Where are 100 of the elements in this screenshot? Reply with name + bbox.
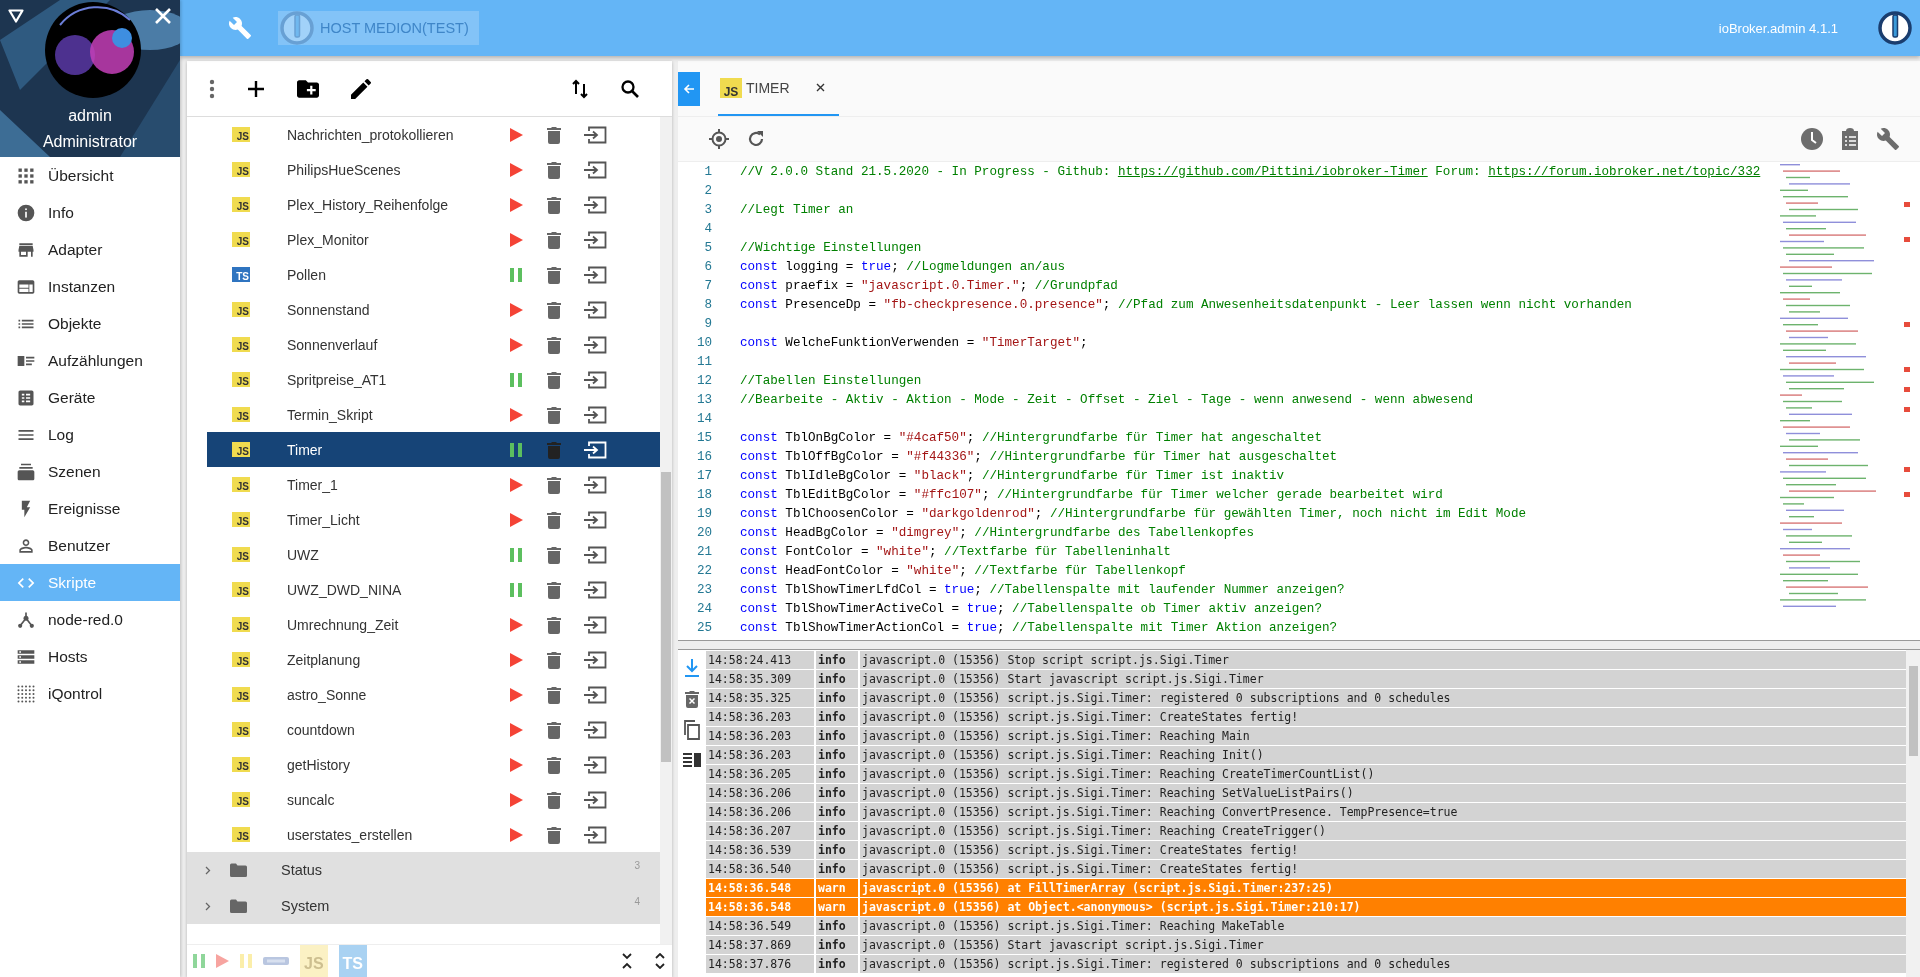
script-row[interactable]: JS Termin_Skript <box>207 397 660 432</box>
pause-icon[interactable] <box>510 441 522 458</box>
play-icon[interactable] <box>509 721 523 738</box>
script-row[interactable]: JS UWZ_DWD_NINA <box>207 572 660 607</box>
expand-all-icon[interactable] <box>654 953 666 969</box>
script-row[interactable]: JS PhilipsHueScenes <box>207 152 660 187</box>
add-folder-icon[interactable] <box>297 79 319 98</box>
script-row[interactable]: JS Timer_1 <box>207 467 660 502</box>
script-row[interactable]: JS Sonnenverlauf <box>207 327 660 362</box>
trash-icon[interactable] <box>547 580 561 599</box>
nav-item[interactable]: Hosts <box>0 638 180 675</box>
script-row[interactable]: JS Plex_Monitor <box>207 222 660 257</box>
export-icon[interactable] <box>583 370 607 389</box>
script-row[interactable]: JS getHistory <box>207 747 660 782</box>
play-icon[interactable] <box>509 336 523 353</box>
edit-icon[interactable] <box>351 78 371 99</box>
play-icon[interactable] <box>509 231 523 248</box>
script-row[interactable]: JS astro_Sonne <box>207 677 660 712</box>
export-icon[interactable] <box>583 300 607 319</box>
play-icon[interactable] <box>509 301 523 318</box>
play-icon[interactable] <box>509 126 523 143</box>
export-icon[interactable] <box>583 335 607 354</box>
trash-icon[interactable] <box>547 335 561 354</box>
script-row[interactable]: JS userstates_erstellen <box>207 817 660 852</box>
trash-icon[interactable] <box>547 125 561 144</box>
script-row[interactable]: JS suncalc <box>207 782 660 817</box>
script-row[interactable]: JS Zeitplanung <box>207 642 660 677</box>
trash-icon[interactable] <box>547 685 561 704</box>
play-icon[interactable] <box>509 651 523 668</box>
collapse-all-icon[interactable] <box>621 953 633 969</box>
clipboard-icon[interactable] <box>1840 127 1860 151</box>
trash-icon[interactable] <box>547 650 561 669</box>
export-icon[interactable] <box>583 685 607 704</box>
wrench-icon[interactable] <box>1876 127 1900 151</box>
script-row[interactable]: JS Nachrichten_protokollieren <box>207 117 660 152</box>
export-icon[interactable] <box>583 125 607 144</box>
list-view-icon[interactable] <box>683 752 701 768</box>
export-icon[interactable] <box>583 720 607 739</box>
script-row[interactable]: JS Plex_History_Reihenfolge <box>207 187 660 222</box>
nav-item[interactable]: Info <box>0 194 180 231</box>
export-icon[interactable] <box>583 545 607 564</box>
more-vertical-icon[interactable] <box>209 78 215 99</box>
trash-icon[interactable] <box>547 405 561 424</box>
refresh-icon[interactable] <box>746 129 766 149</box>
script-row[interactable]: JS countdown <box>207 712 660 747</box>
folder-row[interactable]: Status 3 <box>187 852 660 888</box>
crosshair-icon[interactable] <box>708 128 730 150</box>
play-icon[interactable] <box>509 686 523 703</box>
trash-icon[interactable] <box>547 300 561 319</box>
scrollbar[interactable] <box>660 117 672 944</box>
dropdown-triangle-icon[interactable] <box>8 9 24 23</box>
nav-item[interactable]: Objekte <box>0 305 180 342</box>
export-icon[interactable] <box>583 230 607 249</box>
export-icon[interactable] <box>583 510 607 529</box>
trash-icon[interactable] <box>547 755 561 774</box>
export-icon[interactable] <box>583 650 607 669</box>
trash-icon[interactable] <box>547 720 561 739</box>
back-button[interactable] <box>678 71 700 106</box>
sort-icon[interactable] <box>572 78 588 99</box>
trash-icon[interactable] <box>547 195 561 214</box>
script-row[interactable]: TS Pollen <box>207 257 660 292</box>
nav-item[interactable]: Geräte <box>0 379 180 416</box>
nav-item[interactable]: Log <box>0 416 180 453</box>
search-icon[interactable] <box>620 78 640 99</box>
nav-item[interactable]: iQontrol <box>0 675 180 712</box>
export-icon[interactable] <box>583 475 607 494</box>
folder-row[interactable]: System 4 <box>187 888 660 924</box>
export-icon[interactable] <box>583 265 607 284</box>
script-row[interactable]: JS Timer_Licht <box>207 502 660 537</box>
export-icon[interactable] <box>583 580 607 599</box>
nav-item[interactable]: Ereignisse <box>0 490 180 527</box>
export-icon[interactable] <box>583 440 607 459</box>
script-row[interactable]: JS UWZ <box>207 537 660 572</box>
trash-icon[interactable] <box>547 545 561 564</box>
add-icon[interactable] <box>247 79 265 98</box>
play-icon[interactable] <box>509 476 523 493</box>
export-icon[interactable] <box>583 790 607 809</box>
delete-icon[interactable] <box>685 690 699 708</box>
export-icon[interactable] <box>583 615 607 634</box>
trash-icon[interactable] <box>547 475 561 494</box>
trash-icon[interactable] <box>547 370 561 389</box>
close-icon[interactable] <box>815 83 825 92</box>
script-row[interactable]: JS Timer <box>207 432 660 467</box>
play-icon[interactable] <box>509 791 523 808</box>
trash-icon[interactable] <box>547 230 561 249</box>
play-icon[interactable] <box>509 511 523 528</box>
export-icon[interactable] <box>583 405 607 424</box>
play-icon[interactable] <box>509 616 523 633</box>
nav-item[interactable]: Aufzählungen <box>0 342 180 379</box>
export-icon[interactable] <box>583 160 607 179</box>
script-row[interactable]: JS Spritpreise_AT1 <box>207 362 660 397</box>
play-icon[interactable] <box>509 196 523 213</box>
play-icon[interactable] <box>509 161 523 178</box>
nav-item[interactable]: Benutzer <box>0 527 180 564</box>
play-icon[interactable] <box>509 756 523 773</box>
clock-icon[interactable] <box>1800 127 1824 151</box>
trash-icon[interactable] <box>547 825 561 844</box>
scrollbar[interactable] <box>1906 650 1920 977</box>
nav-item[interactable]: Adapter <box>0 231 180 268</box>
trash-icon[interactable] <box>547 615 561 634</box>
